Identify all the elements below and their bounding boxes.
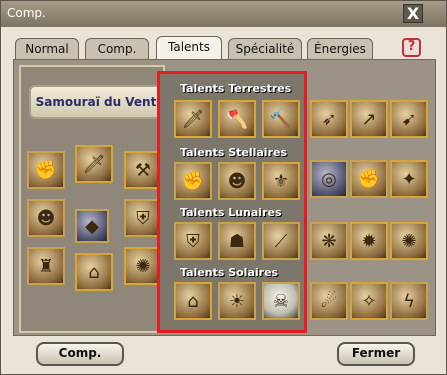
aura-icon[interactable]: ❋ <box>310 222 348 260</box>
group-title-stellaires: Talents Stellaires <box>180 146 288 159</box>
blade-icon[interactable]: 🗡 <box>174 100 212 138</box>
fist-icon[interactable]: ✊ <box>27 151 65 189</box>
claw-icon[interactable]: ⟋ <box>262 222 300 260</box>
temple-icon[interactable]: ⌂ <box>75 253 113 291</box>
close-icon[interactable]: X <box>403 4 423 23</box>
tab-talents[interactable]: Talents <box>156 36 222 59</box>
help-icon[interactable]: ? <box>402 38 421 57</box>
warrior-icon[interactable]: ☻ <box>218 162 256 200</box>
fighter-icon[interactable]: ✊ <box>174 162 212 200</box>
blade-icon[interactable]: 🗡 <box>75 145 113 183</box>
skull-icon[interactable]: ☠ <box>262 282 300 320</box>
comp-button[interactable]: Comp. <box>36 342 124 366</box>
guard-icon[interactable]: ☗ <box>218 222 256 260</box>
wing-icon[interactable]: ➶ <box>310 100 348 138</box>
tab-comp[interactable]: Comp. <box>85 38 149 59</box>
temple-icon[interactable]: ⌂ <box>174 282 212 320</box>
spirit-icon[interactable]: ☄ <box>310 282 348 320</box>
lightning-icon[interactable]: ϟ <box>390 282 428 320</box>
group-title-lunaires: Talents Lunaires <box>180 206 282 219</box>
shield-icon[interactable]: ⛨ <box>174 222 212 260</box>
tab-specialite[interactable]: Spécialité <box>228 38 302 59</box>
fan-icon[interactable]: ✧ <box>350 282 388 320</box>
group-title-terrestres: Talents Terrestres <box>180 82 292 95</box>
gem-icon[interactable]: ◆ <box>75 209 109 243</box>
tab-normal[interactable]: Normal <box>15 38 79 59</box>
close-button[interactable]: Fermer <box>337 342 415 366</box>
spear-icon[interactable]: ↗ <box>350 100 388 138</box>
tab-energies[interactable]: Énergies <box>307 38 373 59</box>
burst-icon[interactable]: ✦ <box>390 160 428 198</box>
class-name-label: Samouraï du Vent <box>29 85 163 119</box>
bow-icon[interactable]: ➹ <box>390 100 428 138</box>
hammer-icon[interactable]: 🔨 <box>262 100 300 138</box>
group-title-solaires: Talents Solaires <box>180 266 279 279</box>
talents-highlight-panel: Talents Terrestres 🗡 🪓 🔨 Talents Stellai… <box>157 71 307 333</box>
sun-icon[interactable]: ✺ <box>390 222 428 260</box>
axe-icon[interactable]: 🪓 <box>218 100 256 138</box>
headband-icon[interactable]: ☻ <box>27 199 65 237</box>
gold-armor-icon[interactable]: ⚜ <box>262 162 300 200</box>
spiral-icon[interactable]: ◎ <box>310 160 348 198</box>
title-bar[interactable]: Comp. X <box>1 1 446 27</box>
skills-window: Comp. X Normal Comp. Talents Spécialité … <box>0 0 447 375</box>
light-icon[interactable]: ☀ <box>218 282 256 320</box>
class-tree-panel: Samouraï du Vent ✊ 🗡 ⚒ ☻ ◆ ⛨ ♜ ⌂ ✺ <box>19 65 165 333</box>
fighter-icon[interactable]: ✊ <box>350 160 388 198</box>
guardian-icon[interactable]: ♜ <box>27 247 65 285</box>
window-title: Comp. <box>7 6 46 20</box>
flash-icon[interactable]: ✹ <box>350 222 388 260</box>
